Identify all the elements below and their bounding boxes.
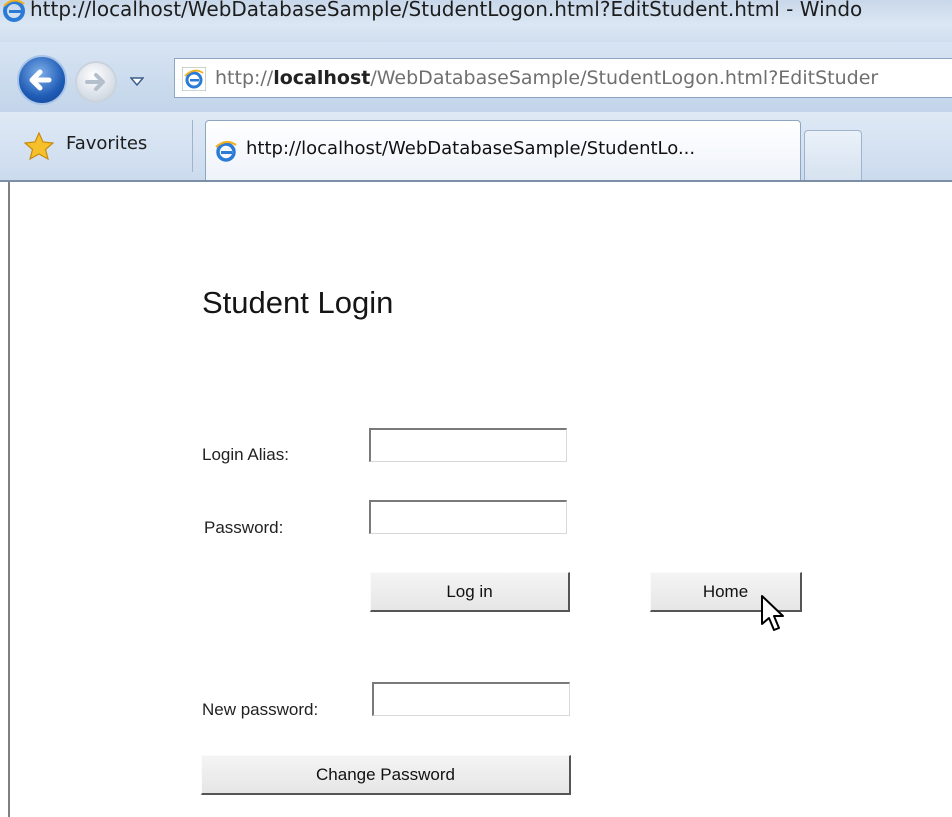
- password-input[interactable]: [369, 500, 567, 534]
- forward-arrow-icon: [85, 73, 105, 91]
- back-arrow-icon: [29, 69, 52, 91]
- page-viewport: Student Login Login Alias: Password: Log…: [0, 182, 952, 817]
- address-bar[interactable]: http://localhost/WebDatabaseSample/Stude…: [174, 58, 952, 98]
- viewport-border: [8, 182, 10, 817]
- ie-logo-icon: [2, 0, 26, 26]
- new-tab-button[interactable]: [804, 130, 862, 180]
- password-label: Password:: [204, 518, 284, 537]
- tab-title: http://localhost/WebDatabaseSample/Stude…: [246, 138, 696, 159]
- back-button[interactable]: [17, 55, 67, 105]
- login-alias-input[interactable]: [369, 428, 567, 462]
- favorites-star-icon: [23, 131, 55, 164]
- login-button[interactable]: Log in: [370, 572, 570, 612]
- address-url[interactable]: http://localhost/WebDatabaseSample/Stude…: [215, 67, 878, 89]
- window-titlebar: http://localhost/WebDatabaseSample/Stude…: [0, 0, 952, 42]
- login-alias-label: Login Alias:: [202, 445, 289, 464]
- change-password-button[interactable]: Change Password: [201, 755, 571, 795]
- tab-separator: [192, 120, 193, 172]
- tab-bar: Favorites http://localhost/WebDatabaseSa…: [0, 112, 952, 182]
- chevron-down-icon: [129, 77, 145, 87]
- mouse-pointer-icon: [760, 594, 790, 638]
- recent-pages-dropdown[interactable]: [129, 72, 145, 91]
- navigation-bar: http://localhost/WebDatabaseSample/Stude…: [0, 42, 952, 112]
- tab-active[interactable]: http://localhost/WebDatabaseSample/Stude…: [205, 120, 801, 180]
- window-title: http://localhost/WebDatabaseSample/Stude…: [30, 0, 863, 21]
- page-title: Student Login: [202, 285, 394, 320]
- favorites-label: Favorites: [66, 133, 148, 154]
- ie-logo-icon: [214, 139, 238, 167]
- new-password-input[interactable]: [372, 682, 570, 716]
- ie-logo-icon: [181, 66, 207, 95]
- new-password-label: New password:: [202, 700, 319, 719]
- forward-button[interactable]: [75, 61, 117, 103]
